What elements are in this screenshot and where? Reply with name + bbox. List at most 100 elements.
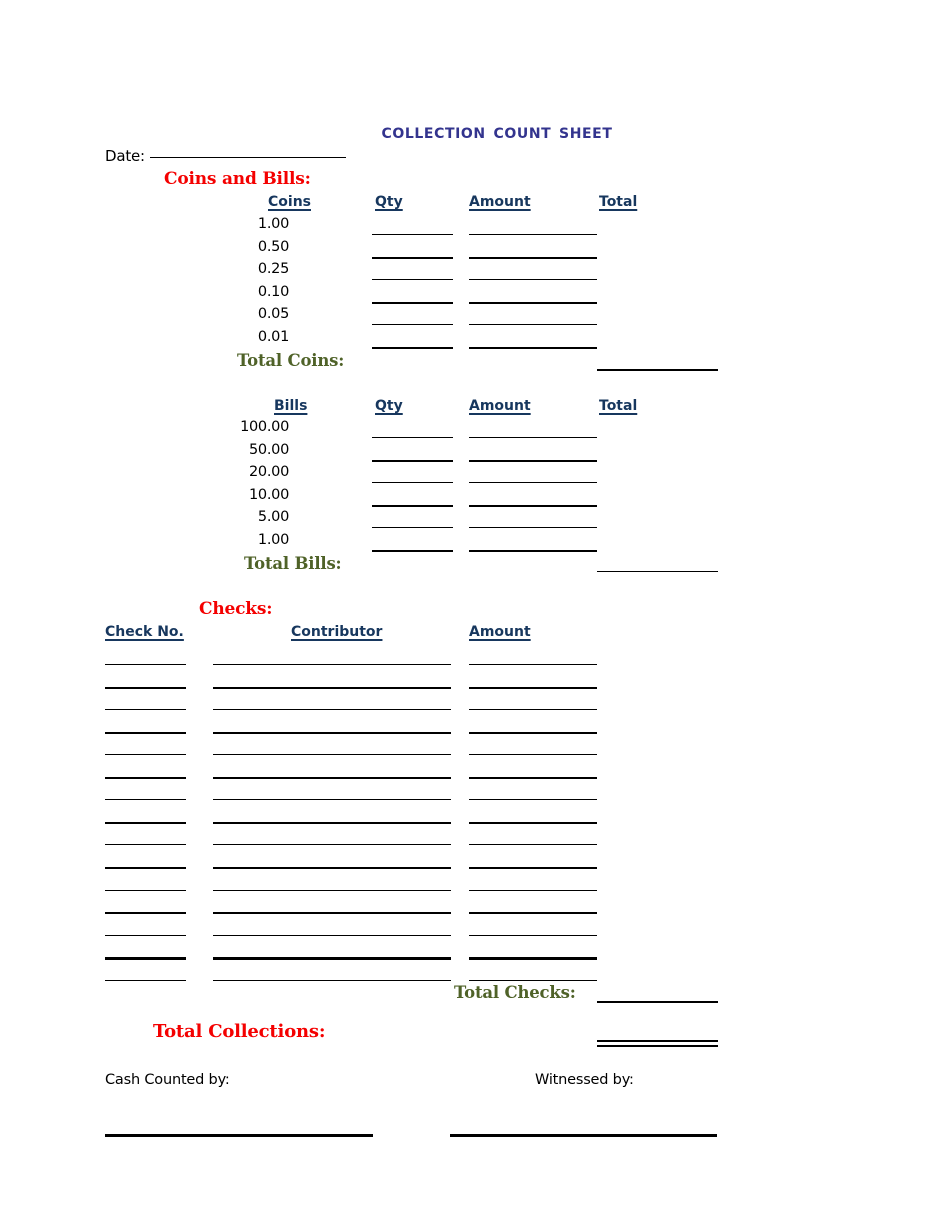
check-rule-no-0[interactable] xyxy=(105,664,186,665)
total-collections-label: Total Collections: xyxy=(153,1021,326,1042)
bill-rule-qty-4[interactable] xyxy=(372,527,453,529)
coin-rule-amount-3[interactable] xyxy=(469,301,597,305)
checks-heading: Checks: xyxy=(199,599,273,619)
total-bills-label: Total Bills: xyxy=(244,554,342,573)
total-coins-value-rule[interactable] xyxy=(597,369,718,372)
coin-rule-amount-2[interactable] xyxy=(469,279,597,281)
check-rule-amount-5[interactable] xyxy=(469,776,597,780)
check-rule-no-8[interactable] xyxy=(105,844,186,846)
check-rule-no-12[interactable] xyxy=(105,934,186,936)
check-rule-contributor-8[interactable] xyxy=(213,844,451,846)
check-rule-no-10[interactable] xyxy=(105,889,186,891)
check-rule-amount-0[interactable] xyxy=(469,664,597,665)
check-rule-contributor-10[interactable] xyxy=(213,889,451,891)
bill-rule-amount-5[interactable] xyxy=(469,550,597,553)
bill-denomination-1: 50.00 xyxy=(248,441,289,458)
coin-rule-amount-1[interactable] xyxy=(469,256,597,259)
check-rule-no-14[interactable] xyxy=(105,979,186,981)
check-rule-amount-7[interactable] xyxy=(469,821,597,825)
total-collections-value-rule[interactable] xyxy=(597,1040,718,1047)
coin-rule-qty-1[interactable] xyxy=(372,256,453,259)
check-rule-contributor-14[interactable] xyxy=(213,979,451,981)
bill-denomination-0: 100.00 xyxy=(240,419,289,435)
check-rule-no-4[interactable] xyxy=(105,754,186,756)
check-rule-no-2[interactable] xyxy=(105,709,186,711)
check-rule-contributor-2[interactable] xyxy=(213,709,451,711)
check-rule-contributor-12[interactable] xyxy=(213,934,451,936)
coins-and-bills-heading: Coins and Bills: xyxy=(164,169,311,189)
check-rule-amount-12[interactable] xyxy=(469,934,597,936)
check-rule-contributor-5[interactable] xyxy=(213,776,451,780)
check-rule-no-3[interactable] xyxy=(105,731,186,735)
bill-rule-amount-0[interactable] xyxy=(469,437,597,438)
bill-rule-qty-3[interactable] xyxy=(372,504,453,508)
coin-rule-qty-5[interactable] xyxy=(372,347,453,350)
column-header-contributor: Contributor xyxy=(291,624,383,640)
coin-rule-qty-3[interactable] xyxy=(372,301,453,305)
bill-rule-amount-1[interactable] xyxy=(469,459,597,462)
check-rule-amount-14[interactable] xyxy=(469,979,597,981)
total-checks-label: Total Checks: xyxy=(454,983,576,1002)
check-rule-no-1[interactable] xyxy=(105,686,186,689)
coin-rule-qty-4[interactable] xyxy=(372,324,453,326)
coin-rule-amount-5[interactable] xyxy=(469,347,597,350)
total-bills-value-rule[interactable] xyxy=(597,571,718,572)
check-rule-amount-6[interactable] xyxy=(469,799,597,801)
coin-denomination-0: 1.00 xyxy=(257,216,289,232)
check-rule-contributor-0[interactable] xyxy=(213,664,451,665)
check-rule-contributor-11[interactable] xyxy=(213,912,451,915)
check-rule-amount-2[interactable] xyxy=(469,709,597,711)
column-header-bills-qty: Qty xyxy=(375,398,403,414)
bill-rule-amount-4[interactable] xyxy=(469,527,597,529)
witnessed-by-signature-rule[interactable] xyxy=(450,1134,717,1137)
check-rule-contributor-6[interactable] xyxy=(213,799,451,801)
check-rule-amount-10[interactable] xyxy=(469,889,597,891)
column-header-bills-total: Total xyxy=(599,398,638,414)
bill-rule-qty-5[interactable] xyxy=(372,550,453,553)
bill-rule-amount-3[interactable] xyxy=(469,504,597,508)
check-rule-amount-9[interactable] xyxy=(469,866,597,870)
date-input-rule[interactable] xyxy=(149,157,346,158)
date-field-row: Date: xyxy=(105,147,346,165)
check-rule-contributor-3[interactable] xyxy=(213,731,451,735)
cash-counted-by-label: Cash Counted by: xyxy=(105,1072,230,1088)
check-rule-amount-4[interactable] xyxy=(469,754,597,756)
coin-rule-amount-0[interactable] xyxy=(469,234,597,235)
bill-denomination-2: 20.00 xyxy=(248,464,289,481)
bill-denomination-4: 5.00 xyxy=(257,509,289,526)
check-rule-contributor-13[interactable] xyxy=(213,957,451,960)
coin-rule-qty-0[interactable] xyxy=(372,234,453,235)
bill-rule-qty-1[interactable] xyxy=(372,459,453,462)
check-rule-amount-13[interactable] xyxy=(469,957,597,960)
check-rule-no-7[interactable] xyxy=(105,821,186,825)
check-rule-no-6[interactable] xyxy=(105,799,186,801)
bill-denomination-5: 1.00 xyxy=(257,532,289,548)
bill-rule-amount-2[interactable] xyxy=(469,482,597,484)
check-rule-no-5[interactable] xyxy=(105,776,186,780)
bill-rule-qty-0[interactable] xyxy=(372,437,453,438)
check-rule-contributor-1[interactable] xyxy=(213,686,451,689)
cash-counted-by-signature-rule[interactable] xyxy=(105,1134,373,1137)
column-header-coins: Coins xyxy=(268,194,311,210)
check-rule-amount-3[interactable] xyxy=(469,731,597,735)
coin-rule-qty-2[interactable] xyxy=(372,279,453,281)
check-rule-amount-8[interactable] xyxy=(469,844,597,846)
coin-rule-amount-4[interactable] xyxy=(469,324,597,326)
coin-denomination-5: 0.01 xyxy=(257,329,289,345)
bill-rule-qty-2[interactable] xyxy=(372,482,453,484)
bill-denomination-3: 10.00 xyxy=(248,486,289,503)
check-rule-no-13[interactable] xyxy=(105,957,186,960)
check-rule-no-9[interactable] xyxy=(105,866,186,870)
check-rule-amount-11[interactable] xyxy=(469,912,597,915)
collection-count-sheet-page: Collection Count Sheet Date: Coins and B… xyxy=(0,0,950,1230)
column-header-coins-qty: Qty xyxy=(375,194,403,210)
total-checks-value-rule[interactable] xyxy=(597,1001,718,1004)
check-rule-amount-1[interactable] xyxy=(469,686,597,689)
check-rule-contributor-9[interactable] xyxy=(213,866,451,870)
check-rule-contributor-4[interactable] xyxy=(213,754,451,756)
check-rule-contributor-7[interactable] xyxy=(213,821,451,825)
witnessed-by-label: Witnessed by: xyxy=(535,1072,634,1088)
check-rule-no-11[interactable] xyxy=(105,912,186,915)
coin-denomination-4: 0.05 xyxy=(257,306,289,323)
column-header-coins-amount: Amount xyxy=(469,194,531,210)
